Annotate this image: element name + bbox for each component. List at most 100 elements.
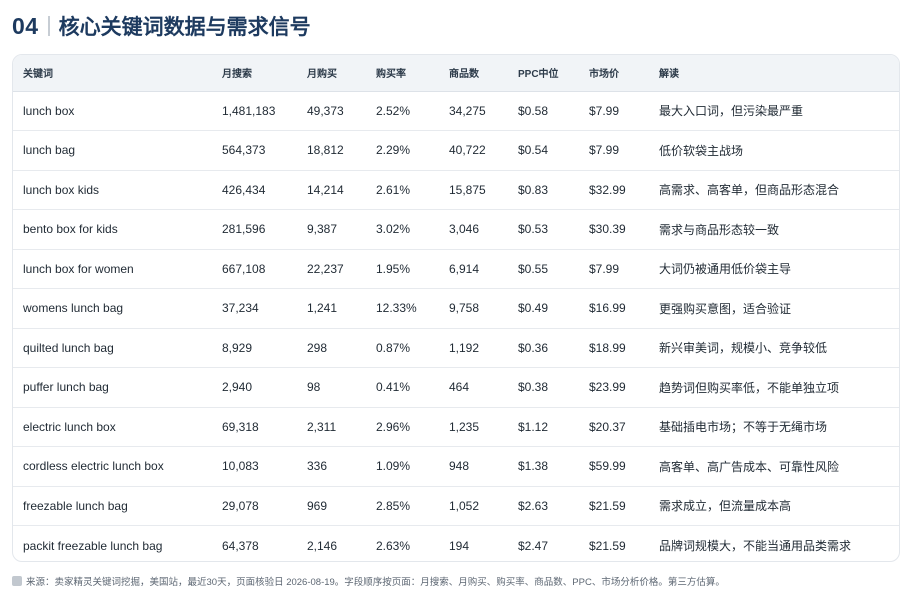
keyword-cell: lunch bag xyxy=(13,130,212,171)
product-count-cell: 464 xyxy=(439,367,508,408)
monthly-searches-cell: 37,234 xyxy=(212,288,297,329)
market-price-cell: $18.99 xyxy=(579,328,649,368)
purchase-rate-cell: 2.85% xyxy=(366,486,439,526)
ppc-median-cell: $0.53 xyxy=(508,209,579,250)
ppc-median-cell: $2.63 xyxy=(508,486,579,526)
table-row: packit freezable lunch bag 64,378 2,146 2.6… xyxy=(13,526,899,562)
table-row: lunch bag 564,373 18,812 2.29% 40,722 $0.54 $7… xyxy=(13,130,899,171)
ppc-median-cell: $1.12 xyxy=(508,407,579,447)
keyword-cell: cordless electric lunch box xyxy=(13,446,212,487)
table-body: lunch box 1,481,183 49,373 2.52% 34,275 $0.58… xyxy=(13,91,899,562)
keyword-cell: quilted lunch bag xyxy=(13,328,212,368)
monthly-purchases-cell: 298 xyxy=(297,328,366,368)
column-header-monthly-purchases[interactable]: 月购买 xyxy=(297,55,366,92)
ppc-median-cell: $0.58 xyxy=(508,91,579,131)
product-count-cell: 34,275 xyxy=(439,91,508,131)
purchase-rate-cell: 3.02% xyxy=(366,209,439,250)
monthly-purchases-cell: 98 xyxy=(297,367,366,408)
monthly-searches-cell: 29,078 xyxy=(212,486,297,526)
column-header-monthly-searches[interactable]: 月搜索 xyxy=(212,55,297,92)
purchase-rate-cell: 2.96% xyxy=(366,407,439,447)
column-header-purchase-rate[interactable]: 购买率 xyxy=(366,55,439,92)
footnote-text: 来源：卖家精灵关键词挖掘，美国站，最近30天，页面核验日 2026-08-19。… xyxy=(26,577,725,588)
product-count-cell: 9,758 xyxy=(439,288,508,329)
table-row: quilted lunch bag 8,929 298 0.87% 1,192 $0.36… xyxy=(13,328,899,368)
keyword-cell: electric lunch box xyxy=(13,407,212,447)
market-price-cell: $20.37 xyxy=(579,407,649,447)
keyword-cell: freezable lunch bag xyxy=(13,486,212,526)
purchase-rate-cell: 2.61% xyxy=(366,170,439,210)
purchase-rate-cell: 1.09% xyxy=(366,446,439,487)
table-header-row: 关键词 月搜索 月购买 购买率 商品数 PPC中位 市场价 解读 xyxy=(13,55,899,92)
product-count-cell: 6,914 xyxy=(439,249,508,289)
table-row: cordless electric lunch box 10,083 336 1.09… xyxy=(13,446,899,487)
product-count-cell: 15,875 xyxy=(439,170,508,210)
keyword-cell: lunch box kids xyxy=(13,170,212,210)
column-header-product-count[interactable]: 商品数 xyxy=(439,55,508,92)
interpretation-cell: 高客单、高广告成本、可靠性风险 xyxy=(649,446,899,487)
market-price-cell: $23.99 xyxy=(579,367,649,408)
column-header-interpretation[interactable]: 解读 xyxy=(649,55,899,92)
table-row: bento box for kids 281,596 9,387 3.02% 3,046… xyxy=(13,209,899,250)
interpretation-cell: 基础插电市场；不等于无绳市场 xyxy=(649,407,899,447)
product-count-cell: 948 xyxy=(439,446,508,487)
table-row: puffer lunch bag 2,940 98 0.41% 464 $0.38 $23.… xyxy=(13,367,899,408)
source-icon xyxy=(12,576,22,586)
table-row: womens lunch bag 37,234 1,241 12.33% 9,758 $0… xyxy=(13,288,899,329)
ppc-median-cell: $0.55 xyxy=(508,249,579,289)
section-number: 04 xyxy=(12,12,39,39)
ppc-median-cell: $0.83 xyxy=(508,170,579,210)
keyword-cell: lunch box xyxy=(13,91,212,131)
column-header-ppc-median[interactable]: PPC中位 xyxy=(508,55,579,92)
interpretation-cell: 最大入口词，但污染最严重 xyxy=(649,91,899,131)
monthly-purchases-cell: 2,146 xyxy=(307,538,338,553)
table-row: freezable lunch bag 29,078 969 2.85% 1,052 $2… xyxy=(13,486,899,526)
monthly-purchases-cell: 9,387 xyxy=(297,209,366,250)
keyword-table-card: 关键词 月搜索 月购买 购买率 商品数 PPC中位 市场价 解读 lunch b… xyxy=(12,54,900,562)
market-price-cell: $32.99 xyxy=(579,170,649,210)
interpretation-cell: 更强购买意图，适合验证 xyxy=(649,288,899,329)
purchase-rate-cell: 12.33% xyxy=(366,288,439,329)
market-price-cell: $21.59 xyxy=(589,538,626,553)
monthly-purchases-cell: 336 xyxy=(297,446,366,487)
monthly-searches-cell: 10,083 xyxy=(212,446,297,487)
column-header-market-price[interactable]: 市场价 xyxy=(579,55,649,92)
section-heading: 04 核心关键词数据与需求信号 xyxy=(12,9,311,43)
monthly-purchases-cell: 2,311 xyxy=(297,407,366,447)
interpretation-cell: 新兴审美词，规模小、竞争较低 xyxy=(649,328,899,368)
purchase-rate-cell: 2.63% xyxy=(376,538,411,553)
monthly-searches-cell: 426,434 xyxy=(212,170,297,210)
keyword-cell: lunch box for women xyxy=(13,249,212,289)
table-row: lunch box for women 667,108 22,237 1.95% 6,9… xyxy=(13,249,899,289)
keyword-cell: womens lunch bag xyxy=(13,288,212,329)
market-price-cell: $7.99 xyxy=(579,130,649,171)
keyword-table: 关键词 月搜索 月购买 购买率 商品数 PPC中位 市场价 解读 lunch b… xyxy=(13,55,899,562)
product-count-cell: 1,192 xyxy=(439,328,508,368)
keyword-cell: packit freezable lunch bag xyxy=(23,538,163,553)
monthly-purchases-cell: 1,241 xyxy=(297,288,366,329)
monthly-searches-cell: 564,373 xyxy=(212,130,297,171)
monthly-purchases-cell: 14,214 xyxy=(297,170,366,210)
purchase-rate-cell: 0.87% xyxy=(366,328,439,368)
market-price-cell: $7.99 xyxy=(579,91,649,131)
market-price-cell: $16.99 xyxy=(579,288,649,329)
product-count-cell: 40,722 xyxy=(439,130,508,171)
market-price-cell: $21.59 xyxy=(579,486,649,526)
interpretation-cell: 大词仍被通用低价袋主导 xyxy=(649,249,899,289)
interpretation-cell: 需求成立，但流量成本高 xyxy=(649,486,899,526)
interpretation-cell: 高需求、高客单，但商品形态混合 xyxy=(649,170,899,210)
interpretation-cell: 趋势词但购买率低，不能单独立项 xyxy=(649,367,899,408)
purchase-rate-cell: 0.41% xyxy=(366,367,439,408)
ppc-median-cell: $0.49 xyxy=(508,288,579,329)
monthly-searches-cell: 667,108 xyxy=(212,249,297,289)
market-price-cell: $7.99 xyxy=(579,249,649,289)
monthly-searches-cell: 1,481,183 xyxy=(212,91,297,131)
monthly-searches-cell: 64,378 xyxy=(222,538,259,553)
ppc-median-cell: $0.54 xyxy=(508,130,579,171)
purchase-rate-cell: 1.95% xyxy=(366,249,439,289)
column-header-keyword[interactable]: 关键词 xyxy=(13,55,212,92)
ppc-median-cell: $1.38 xyxy=(508,446,579,487)
keyword-cell: puffer lunch bag xyxy=(13,367,212,408)
monthly-purchases-cell: 22,237 xyxy=(297,249,366,289)
market-price-cell: $30.39 xyxy=(579,209,649,250)
